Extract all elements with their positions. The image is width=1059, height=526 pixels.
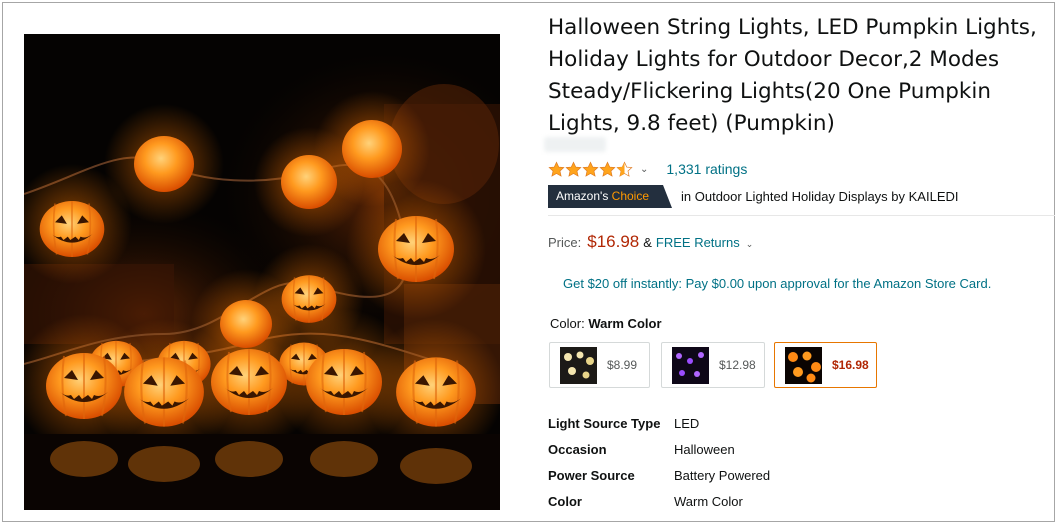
star-rating[interactable] [548, 160, 633, 178]
white-lights-thumbnail [560, 346, 597, 384]
price-amp: & [643, 235, 652, 250]
color-option-pumpkin-lights[interactable]: $16.98 [774, 342, 877, 388]
product-specs-table: Light Source Type LED Occasion Halloween… [548, 410, 770, 514]
star-icon [548, 160, 565, 177]
price-row: Price: $16.98 & FREE Returns ⌄ [548, 232, 753, 252]
spec-key: Occasion [548, 441, 607, 457]
spec-row: Occasion Halloween [548, 436, 770, 462]
chevron-down-icon[interactable]: ⌄ [640, 164, 648, 175]
purple-lights-thumbnail [672, 346, 709, 384]
star-icon [599, 160, 616, 177]
selected-color: Warm Color [588, 316, 662, 331]
store-card-promo-link[interactable]: Get $20 off instantly: Pay $0.00 upon ap… [563, 276, 991, 291]
pumpkin-lights-thumbnail [785, 346, 822, 384]
spec-value: LED [674, 415, 700, 431]
ratings-count-link[interactable]: 1,331 ratings [666, 161, 747, 177]
spec-row: Power Source Battery Powered [548, 462, 770, 488]
amazons-choice-badge[interactable]: Amazon's Choice [548, 184, 673, 208]
spec-row: Color Warm Color [548, 488, 770, 514]
star-half-icon [616, 160, 633, 177]
star-icon [582, 160, 599, 177]
rating-row: ⌄ 1,331 ratings [548, 159, 747, 179]
spec-value: Battery Powered [674, 467, 771, 483]
badge-accent: Choice [611, 188, 650, 203]
color-option-purple-lights[interactable]: $12.98 [661, 342, 765, 388]
spec-key: Power Source [548, 467, 635, 483]
product-image[interactable] [24, 34, 500, 510]
spec-key: Color [548, 493, 582, 509]
spec-value: Warm Color [674, 493, 743, 509]
price-label: Price: [548, 235, 582, 250]
color-option-price: $16.98 [832, 358, 869, 372]
star-icon [565, 160, 582, 177]
pumpkin-lights-illustration [24, 34, 500, 510]
color-label: Color: Warm Color [550, 316, 662, 331]
amazons-choice-row: Amazon's Choice in Outdoor Lighted Holid… [548, 184, 959, 208]
spec-value: Halloween [674, 441, 735, 457]
free-returns-link[interactable]: FREE Returns [656, 235, 740, 250]
badge-context: in Outdoor Lighted Holiday Displays by K… [681, 188, 959, 204]
product-title: Halloween String Lights, LED Pumpkin Lig… [548, 15, 1037, 136]
color-option-price: $8.99 [607, 358, 638, 372]
spec-key: Light Source Type [548, 415, 661, 431]
color-label-text: Color: [550, 316, 585, 331]
badge-prefix: Amazon's [556, 188, 609, 203]
price-value: $16.98 [587, 232, 640, 251]
brand-store-link[interactable] [544, 137, 606, 152]
spec-row: Light Source Type LED [548, 410, 770, 436]
divider [548, 215, 1055, 216]
chevron-down-icon[interactable]: ⌄ [746, 239, 754, 250]
color-option-white-lights[interactable]: $8.99 [549, 342, 650, 388]
color-option-price: $12.98 [719, 358, 756, 372]
